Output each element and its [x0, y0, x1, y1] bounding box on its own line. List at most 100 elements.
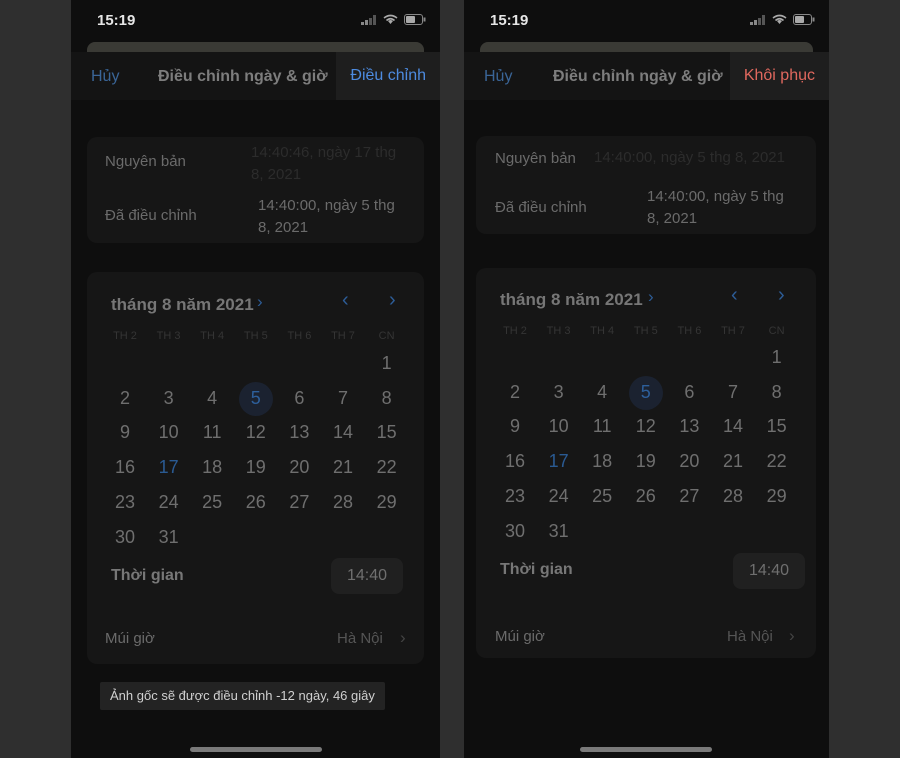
- calendar-day[interactable]: 21: [323, 457, 363, 478]
- time-value-box[interactable]: 14:40: [733, 553, 805, 589]
- calendar-day[interactable]: 7: [713, 382, 753, 403]
- calendar-day[interactable]: 7: [323, 388, 363, 409]
- adjust-button[interactable]: Điều chỉnh: [336, 52, 440, 100]
- calendar-day[interactable]: 17: [539, 451, 579, 472]
- calendar-day[interactable]: 16: [495, 451, 535, 472]
- calendar-card: tháng 8 năm 2021 › ‹ › TH 2 TH 3 TH 4 TH 5 T…: [87, 272, 424, 664]
- calendar-day[interactable]: 30: [105, 527, 145, 548]
- calendar-day[interactable]: 28: [713, 486, 753, 507]
- month-expand-chevron-icon[interactable]: ›: [257, 292, 263, 312]
- calendar-day[interactable]: 28: [323, 492, 363, 513]
- calendar-day[interactable]: 21: [713, 451, 753, 472]
- month-expand-chevron-icon[interactable]: ›: [648, 287, 654, 307]
- weekday-header: TH 7: [721, 325, 745, 337]
- calendar-day[interactable]: 25: [192, 492, 232, 513]
- calendar-day[interactable]: 19: [236, 457, 276, 478]
- original-value-line1: 14:40:46, ngày 17 thg: [251, 144, 397, 161]
- status-bar: 15:19: [71, 12, 440, 32]
- wifi-icon: [383, 14, 398, 24]
- signal-icon: [750, 14, 765, 25]
- next-month-chevron-icon[interactable]: ›: [389, 289, 396, 312]
- calendar-day[interactable]: 10: [539, 416, 579, 437]
- calendar-day[interactable]: 5: [626, 382, 666, 403]
- original-value-line2: 8, 2021: [251, 166, 302, 183]
- weekday-header: TH 6: [287, 330, 312, 342]
- calendar-day[interactable]: 1: [757, 347, 797, 368]
- calendar-day[interactable]: 26: [236, 492, 276, 513]
- calendar-day[interactable]: 18: [582, 451, 622, 472]
- signal-icon: [361, 14, 376, 25]
- timezone-value[interactable]: Hà Nội: [337, 630, 383, 647]
- calendar-day[interactable]: 22: [367, 457, 407, 478]
- calendar-day[interactable]: 22: [757, 451, 797, 472]
- calendar-day[interactable]: 15: [757, 416, 797, 437]
- calendar-day[interactable]: 9: [105, 422, 145, 443]
- calendar-day[interactable]: 3: [539, 382, 579, 403]
- calendar-day[interactable]: 4: [582, 382, 622, 403]
- calendar-day[interactable]: 18: [192, 457, 232, 478]
- timezone-chevron-icon[interactable]: ›: [400, 628, 406, 648]
- calendar-day[interactable]: 2: [105, 388, 145, 409]
- weekday-header: TH 5: [243, 330, 268, 342]
- time-value-box[interactable]: 14:40: [331, 558, 403, 594]
- calendar-day[interactable]: 14: [323, 422, 363, 443]
- weekday-header: TH 4: [200, 330, 225, 342]
- cancel-button[interactable]: Hủy: [91, 68, 119, 86]
- calendar-day[interactable]: 24: [149, 492, 189, 513]
- wifi-icon: [772, 14, 787, 24]
- page-title: Điều chỉnh ngày & giờ: [158, 68, 328, 85]
- calendar-day[interactable]: 1: [367, 353, 407, 374]
- calendar-day[interactable]: 12: [236, 422, 276, 443]
- calendar-day[interactable]: 26: [626, 486, 666, 507]
- calendar-day[interactable]: 17: [149, 457, 189, 478]
- calendar-day[interactable]: 8: [757, 382, 797, 403]
- calendar-day[interactable]: 8: [367, 388, 407, 409]
- nav-bar: Hủy Điều chỉnh ngày & giờ Khôi phục: [464, 52, 829, 100]
- calendar-day[interactable]: 25: [582, 486, 622, 507]
- calendar-day[interactable]: 6: [669, 382, 709, 403]
- calendar-day[interactable]: 23: [495, 486, 535, 507]
- original-value-line1: 14:40:00, ngày 5 thg 8, 2021: [594, 149, 785, 166]
- calendar-day[interactable]: 3: [149, 388, 189, 409]
- timezone-value[interactable]: Hà Nội: [727, 628, 773, 645]
- prev-month-chevron-icon[interactable]: ‹: [731, 284, 738, 307]
- timezone-label: Múi giờ: [105, 630, 155, 647]
- calendar-day[interactable]: 19: [626, 451, 666, 472]
- calendar-day[interactable]: 11: [192, 422, 232, 443]
- calendar-day[interactable]: 14: [713, 416, 753, 437]
- calendar-day[interactable]: 10: [149, 422, 189, 443]
- month-title[interactable]: tháng 8 năm 2021: [111, 295, 254, 315]
- calendar-day[interactable]: 31: [539, 521, 579, 542]
- calendar-day[interactable]: 20: [279, 457, 319, 478]
- calendar-day[interactable]: 29: [757, 486, 797, 507]
- calendar-day[interactable]: 27: [279, 492, 319, 513]
- calendar-day[interactable]: 31: [149, 527, 189, 548]
- restore-button[interactable]: Khôi phục: [729, 52, 829, 100]
- status-bar: 15:19: [464, 12, 829, 32]
- next-month-chevron-icon[interactable]: ›: [778, 284, 785, 307]
- calendar-day[interactable]: 4: [192, 388, 232, 409]
- calendar-day[interactable]: 27: [669, 486, 709, 507]
- calendar-day[interactable]: 29: [367, 492, 407, 513]
- calendar-day[interactable]: 2: [495, 382, 535, 403]
- weekday-header: TH 3: [156, 330, 181, 342]
- calendar-day[interactable]: 16: [105, 457, 145, 478]
- adjusted-value-line1: 14:40:00, ngày 5 thg: [258, 197, 395, 214]
- calendar-day[interactable]: 20: [669, 451, 709, 472]
- calendar-day[interactable]: 5: [236, 388, 276, 409]
- calendar-day[interactable]: 23: [105, 492, 145, 513]
- calendar-day[interactable]: 15: [367, 422, 407, 443]
- calendar-day[interactable]: 9: [495, 416, 535, 437]
- calendar-day[interactable]: 6: [279, 388, 319, 409]
- weekday-header: TH 7: [331, 330, 355, 342]
- calendar-day[interactable]: 24: [539, 486, 579, 507]
- calendar-day[interactable]: 30: [495, 521, 535, 542]
- calendar-day[interactable]: 11: [582, 416, 622, 437]
- calendar-day[interactable]: 12: [626, 416, 666, 437]
- timezone-chevron-icon[interactable]: ›: [789, 626, 795, 646]
- calendar-day[interactable]: 13: [279, 422, 319, 443]
- prev-month-chevron-icon[interactable]: ‹: [342, 289, 349, 312]
- month-title[interactable]: tháng 8 năm 2021: [500, 290, 643, 310]
- calendar-day[interactable]: 13: [669, 416, 709, 437]
- cancel-button[interactable]: Hủy: [484, 68, 512, 86]
